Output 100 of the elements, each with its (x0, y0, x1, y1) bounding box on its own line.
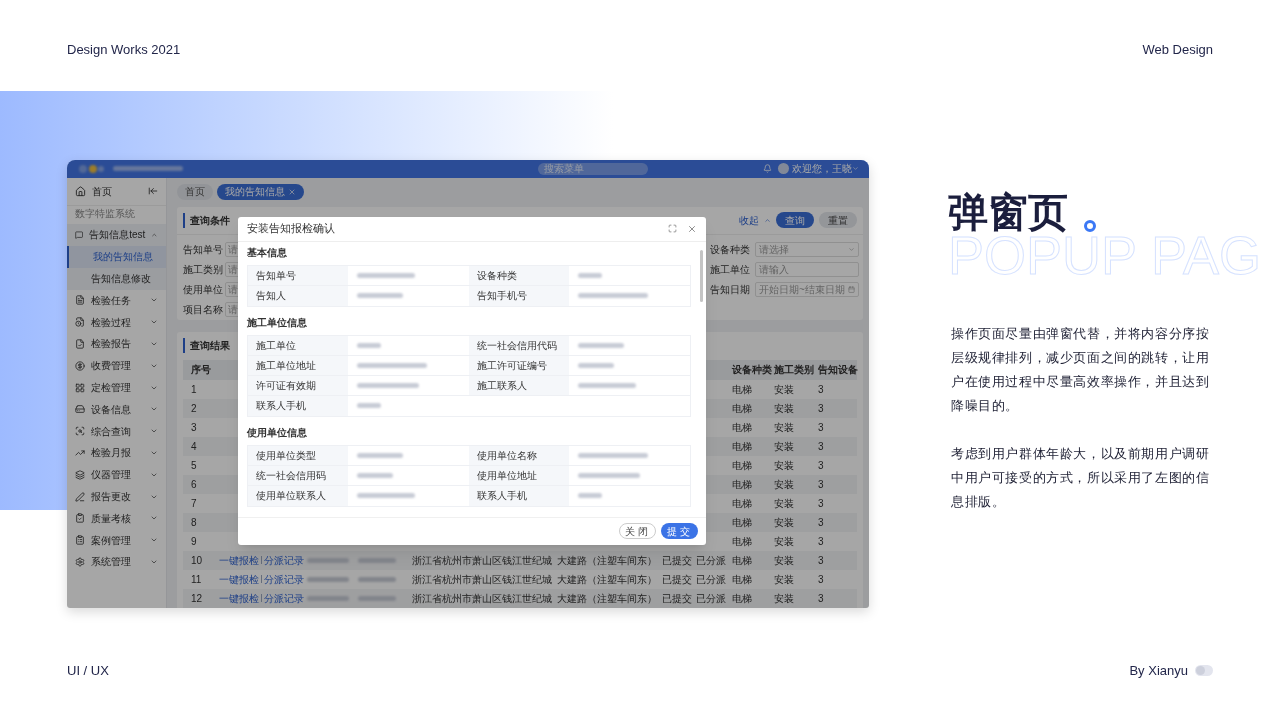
field-label: 统一社会信用代码 (477, 338, 557, 353)
sidebar-item[interactable]: 告知信息test (67, 223, 166, 246)
coin-icon (75, 360, 85, 371)
table-cell-text: 3 (817, 515, 825, 530)
collapse-icon[interactable] (148, 186, 158, 196)
table-cell-text: 已分派 (695, 553, 727, 568)
table-cell-text: 安装 (773, 477, 795, 492)
table-cell-text: 已分派 (695, 591, 727, 606)
table-cell-text: 安装 (773, 553, 795, 568)
section-title: 使用单位信息 (247, 426, 308, 439)
close-button[interactable]: 关闭 (619, 523, 656, 539)
table-cell-text: 安装 (773, 515, 795, 530)
table-cell-text: 3 (817, 572, 825, 587)
avatar[interactable] (778, 163, 789, 174)
table-cell-text: 浙江省杭州市萧山区钱江世纪城 (411, 591, 553, 606)
action-link[interactable]: 一键报检 (219, 552, 259, 568)
pen-icon (75, 491, 85, 502)
table-cell-text: 3 (817, 591, 825, 606)
slide-label: By Xianyu (1129, 661, 1188, 680)
table-cell-text: 已提交 (661, 553, 693, 568)
table-cell-text: 浙江省杭州市萧山区钱江世纪城 (411, 572, 553, 587)
user-name[interactable]: 欢迎您，王晓 (792, 161, 852, 176)
sidebar-subitem[interactable]: 告知信息修改 (67, 267, 166, 290)
expand-icon[interactable] (668, 224, 677, 233)
table-cell-text: 电梯 (731, 382, 753, 397)
table-cell-text: 3 (817, 420, 825, 435)
table-cell-text: 3 (817, 553, 825, 568)
table-cell-text: 3 (817, 534, 825, 549)
scrollbar-thumb[interactable] (700, 249, 703, 302)
table-cell-text: 3 (817, 439, 825, 454)
section-title: 施工单位信息 (247, 316, 308, 329)
sidebar-item[interactable]: 系统管理 (67, 551, 166, 573)
slide-label: UI / UX (67, 661, 109, 680)
table-cell-text: 电梯 (731, 534, 753, 549)
blurred-text (113, 166, 183, 171)
table-cell-text: 安装 (773, 572, 795, 587)
table-cell-text: 设备种类 (731, 363, 771, 377)
grid-icon (75, 382, 85, 393)
document-clock-icon (75, 317, 85, 328)
bell-icon[interactable] (763, 164, 772, 173)
modal-title: 安装告知报检确认 (247, 221, 336, 237)
page-title: 弹窗页 (948, 189, 1068, 234)
device-icon (75, 404, 85, 415)
action-link[interactable]: 一键报检 (219, 571, 259, 587)
field-label: 告知日期 (710, 283, 751, 297)
section-label: 数字特监系统 (74, 207, 136, 221)
tab[interactable]: 首页 (177, 183, 213, 200)
document-icon (75, 295, 85, 306)
field-label: 告知单号 (183, 243, 223, 257)
field-label: 施工许可证编号 (477, 358, 547, 373)
table-cell-text: 3 (190, 420, 198, 435)
table-cell-text: 电梯 (731, 439, 753, 454)
table-cell-text: 安装 (773, 458, 795, 473)
message-icon (75, 229, 84, 240)
table-cell-text: 2 (190, 401, 198, 416)
table-cell-text: 安装 (773, 439, 795, 454)
close-icon[interactable] (288, 187, 296, 196)
collapse-link[interactable]: 收起 (739, 212, 759, 228)
field-label: 统一社会信用码 (256, 468, 326, 483)
table-cell-text: 6 (190, 477, 198, 492)
caret-icon (848, 246, 855, 253)
field-label: 联系人手机 (477, 489, 527, 503)
table-cell-text: 9 (190, 534, 198, 549)
tab[interactable]: 我的告知信息 (217, 183, 304, 200)
action-link[interactable]: 分派记录 (264, 571, 304, 587)
field-label: 设备种类 (710, 243, 751, 257)
slide-label: Web Design (1142, 41, 1213, 59)
caret-icon (150, 340, 158, 348)
submit-button[interactable]: 提交 (661, 523, 698, 539)
table-cell-text: 已分派 (695, 572, 727, 587)
reset-button[interactable]: 重置 (819, 212, 857, 228)
slide-label: Design Works 2021 (67, 41, 181, 59)
table-cell-text: 电梯 (731, 401, 753, 416)
action-link[interactable]: 分派记录 (264, 590, 304, 606)
panel-title: 查询条件 (183, 212, 230, 228)
table-cell-text: 安装 (773, 420, 795, 435)
table-cell-text: 施工类别 (773, 363, 815, 377)
document-check-icon (75, 339, 85, 349)
table-cell-text: 安装 (773, 534, 795, 549)
table-cell-text: 电梯 (731, 553, 753, 568)
logo-icon (77, 163, 107, 174)
table-cell-text: 3 (817, 496, 825, 511)
table-cell-text: 7 (190, 496, 198, 511)
table-cell-text: 电梯 (731, 477, 753, 492)
panel-title: 查询结果 (183, 338, 230, 353)
toggle-icon (1195, 664, 1213, 676)
layers-icon (75, 469, 85, 480)
table-cell-text: 12 (190, 591, 204, 606)
field-label: 施工联系人 (477, 378, 527, 393)
table-cell-text: 10 (190, 553, 204, 568)
action-link[interactable]: 分派记录 (264, 552, 304, 568)
search-button[interactable]: 查询 (776, 212, 814, 228)
field-label: 施工单位地址 (256, 358, 316, 373)
close-icon[interactable] (687, 223, 697, 234)
field-label: 使用单位 (183, 283, 223, 297)
sidebar-item[interactable]: 案例管理 (67, 529, 166, 552)
sidebar-subitem[interactable]: 我的告知信息 (67, 245, 166, 268)
action-link[interactable]: 一键报检 (219, 590, 259, 606)
table-cell-text: 3 (817, 477, 825, 492)
table-cell-text: 8 (190, 515, 198, 530)
